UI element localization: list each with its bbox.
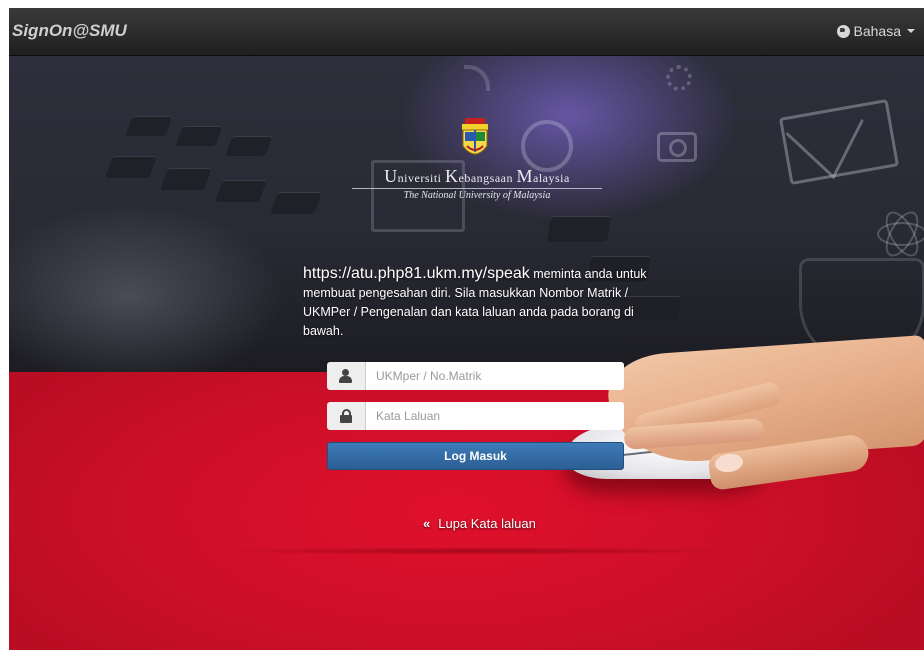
keyboard-decoration (546, 216, 612, 242)
logo-divider (352, 188, 602, 189)
magnifier-icon (521, 120, 573, 172)
keyboard-decoration (225, 136, 273, 156)
university-name: Universiti Kebangsaan Malaysia (384, 166, 570, 186)
language-dropdown[interactable]: Bahasa (836, 23, 915, 39)
page-frame: SignOn@SMU Bahasa Universiti Kebangsaan … (9, 8, 924, 650)
keyboard-decoration (104, 156, 158, 178)
globe-icon (836, 24, 850, 38)
language-label: Bahasa (853, 23, 901, 39)
password-addon (327, 402, 366, 430)
username-input-group (327, 362, 624, 390)
login-button[interactable]: Log Masuk (327, 442, 624, 470)
password-input[interactable] (366, 402, 624, 430)
university-crest-logo (462, 118, 488, 155)
chevron-down-icon (907, 29, 915, 33)
password-input-group (327, 402, 624, 430)
keyboard-decoration (159, 168, 213, 190)
forgot-password-link[interactable]: « Lupa Kata laluan (423, 516, 536, 531)
double-chevron-left-icon: « (423, 516, 431, 531)
keyboard-decoration (125, 116, 173, 136)
camera-icon (657, 132, 697, 162)
keyboard-decoration (214, 180, 268, 202)
top-navbar: SignOn@SMU Bahasa (9, 8, 924, 56)
username-input[interactable] (366, 362, 624, 390)
university-tagline: The National University of Malaysia (403, 190, 551, 201)
keyboard-decoration (175, 126, 223, 146)
lock-icon (340, 409, 352, 423)
gear-icon (666, 65, 692, 91)
auth-message: https://atu.php81.ukm.my/speak meminta a… (303, 264, 648, 341)
forgot-password-label: Lupa Kata laluan (438, 516, 536, 531)
username-addon (327, 362, 366, 390)
user-icon (339, 369, 353, 383)
keyboard-decoration (269, 192, 323, 214)
divider-shadow (214, 547, 744, 555)
brand-title[interactable]: SignOn@SMU (12, 21, 127, 41)
requesting-url: https://atu.php81.ukm.my/speak (303, 265, 530, 282)
